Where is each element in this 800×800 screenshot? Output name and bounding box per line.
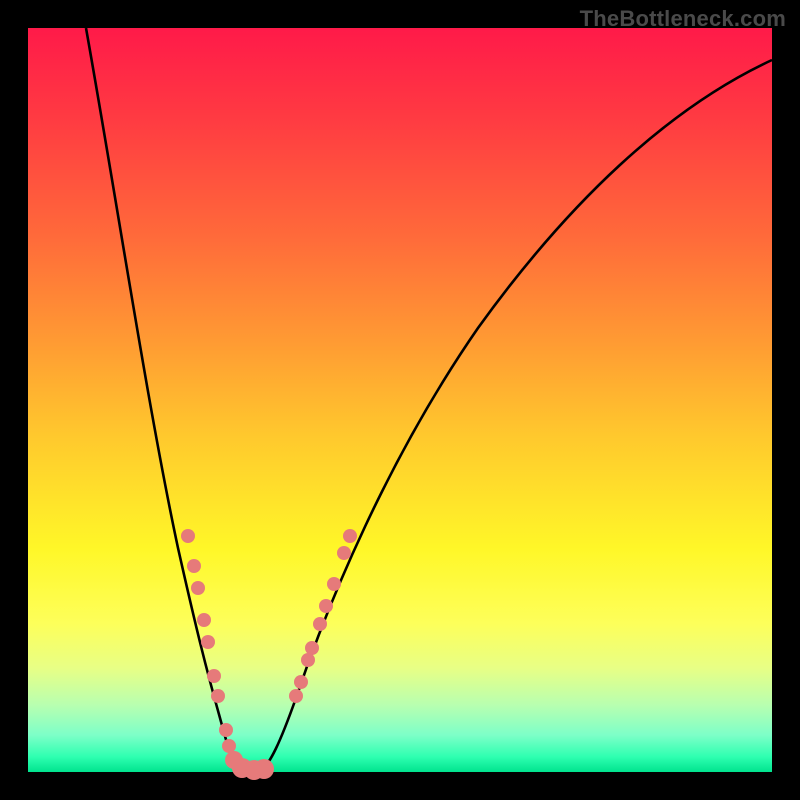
curve-group bbox=[86, 28, 772, 772]
data-marker bbox=[219, 723, 233, 737]
data-marker bbox=[289, 689, 303, 703]
data-marker bbox=[319, 599, 333, 613]
data-marker bbox=[222, 739, 236, 753]
data-marker bbox=[181, 529, 195, 543]
data-marker bbox=[254, 759, 274, 779]
data-marker bbox=[197, 613, 211, 627]
data-marker bbox=[337, 546, 351, 560]
data-marker bbox=[294, 675, 308, 689]
left-curve bbox=[86, 28, 244, 772]
data-marker bbox=[201, 635, 215, 649]
data-marker bbox=[305, 641, 319, 655]
data-marker bbox=[187, 559, 201, 573]
data-marker bbox=[207, 669, 221, 683]
data-marker bbox=[327, 577, 341, 591]
data-marker bbox=[211, 689, 225, 703]
data-marker bbox=[343, 529, 357, 543]
chart-svg bbox=[28, 28, 772, 772]
marker-group bbox=[181, 529, 357, 780]
data-marker bbox=[301, 653, 315, 667]
data-marker bbox=[313, 617, 327, 631]
right-curve bbox=[260, 60, 772, 772]
data-marker bbox=[191, 581, 205, 595]
